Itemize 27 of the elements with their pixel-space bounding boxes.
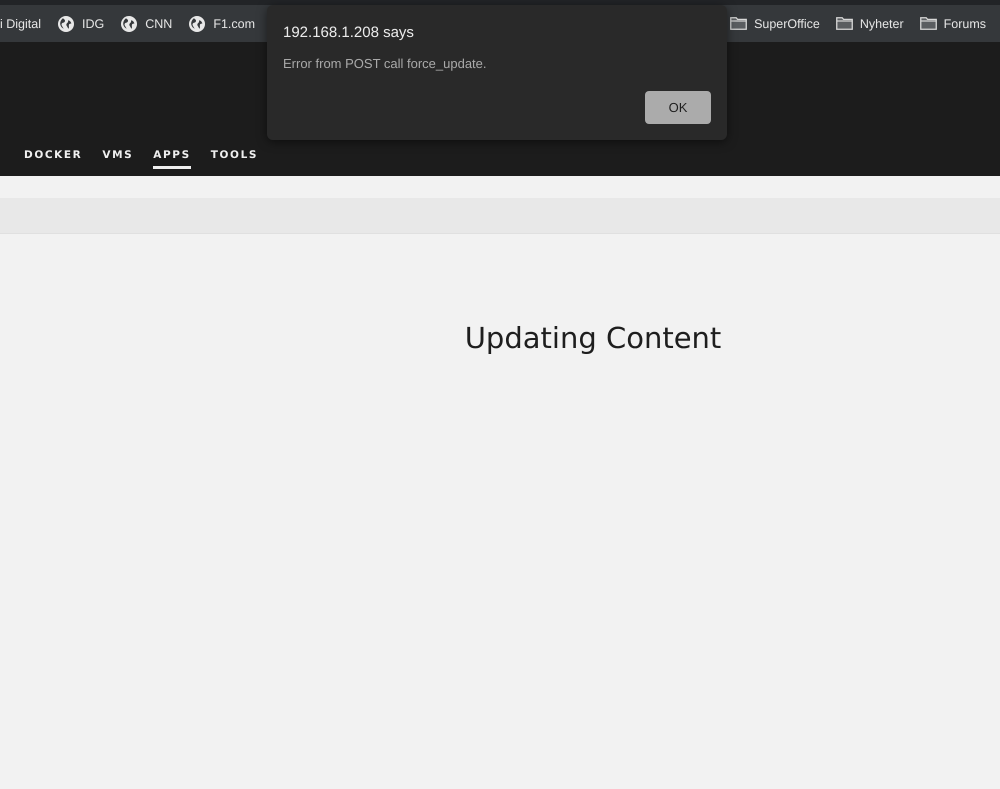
bookmark-link[interactable]: CNN bbox=[121, 16, 172, 32]
folder-icon bbox=[836, 17, 853, 30]
nav-tab[interactable]: TOOLS bbox=[210, 149, 258, 169]
folder-icon bbox=[920, 17, 937, 30]
nav-tab[interactable]: VMS bbox=[102, 149, 134, 169]
bookmark-folder[interactable]: Forums bbox=[920, 16, 986, 30]
bookmark-folder[interactable]: Nyheter bbox=[836, 16, 904, 30]
ok-button[interactable]: OK bbox=[645, 91, 711, 124]
dialog-message: Error from POST call force_update. bbox=[283, 55, 488, 72]
folder-icon bbox=[730, 17, 748, 30]
bookmark-label: Nyheter bbox=[860, 16, 904, 30]
bookmark-label: F1.com bbox=[213, 16, 256, 30]
bookmark-link[interactable]: IDG bbox=[58, 16, 104, 32]
nav-tab[interactable]: APPS bbox=[153, 149, 191, 169]
bookmark-link[interactable]: F1.com bbox=[189, 16, 256, 32]
globe-icon bbox=[58, 16, 74, 32]
bookmark-folder[interactable]: SuperOffice bbox=[730, 16, 820, 30]
bookmark-link[interactable]: i Digital bbox=[0, 16, 41, 30]
globe-icon bbox=[121, 16, 138, 32]
bookmark-label: SuperOffice bbox=[754, 16, 820, 30]
nav-tab[interactable]: DOCKER bbox=[24, 149, 82, 169]
status-heading: Updating Content bbox=[464, 321, 722, 357]
bookmark-label: CNN bbox=[145, 16, 172, 30]
bookmark-label: IDG bbox=[82, 16, 104, 30]
bookmark-label: Forums bbox=[944, 16, 986, 30]
globe-icon bbox=[189, 16, 206, 32]
dialog-title: 192.168.1.208 says bbox=[283, 23, 415, 43]
